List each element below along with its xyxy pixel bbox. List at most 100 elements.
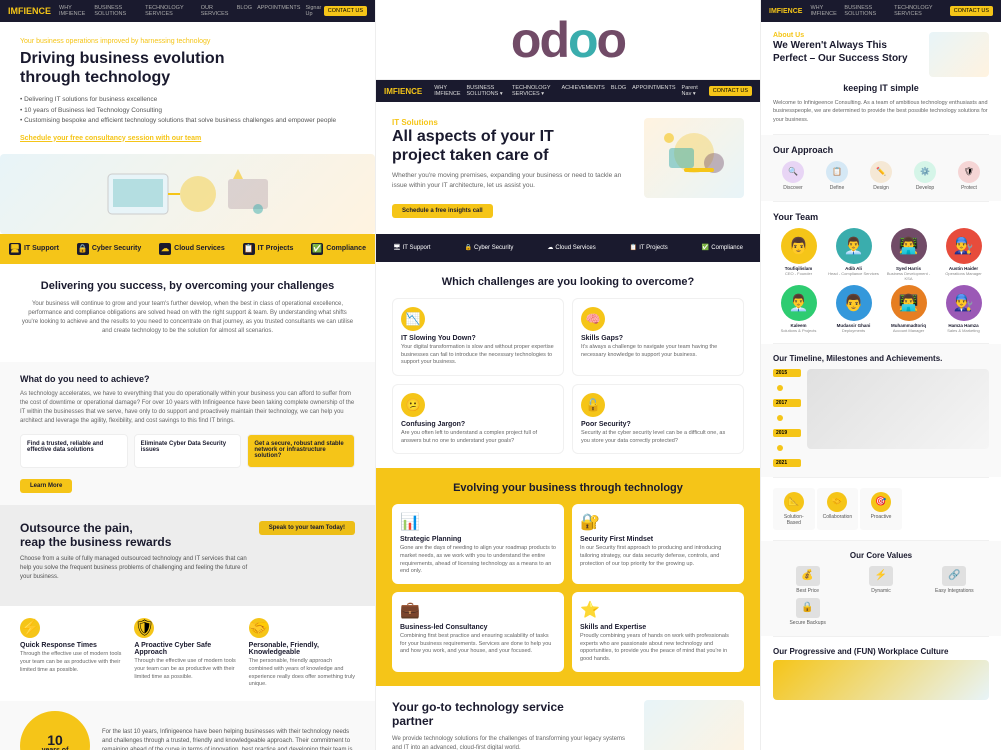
right-values-section: 📐 Solution-Based 🤝 Collaboration 🎯 Proac… [761, 478, 1001, 540]
speak-button[interactable]: Speak to your team Today! [259, 521, 355, 535]
evolving-text-1: In our Security first approach to produc… [580, 545, 736, 568]
right-nav-why[interactable]: WHY IMFIENCE [810, 5, 841, 17]
approach-develop: ⚙️ Develop [914, 161, 936, 191]
member-role-2: Business Development - KSA [883, 271, 934, 281]
it-hero-svg [649, 123, 739, 193]
mid-service-cloud[interactable]: ☁ Cloud Services [547, 244, 595, 251]
partner-inner: Your go-to technology service partner We… [392, 700, 744, 750]
evolving-icon-1: 🔐 [580, 512, 736, 532]
benefit-personable: 🤝 Personable, Friendly, Knowledgeable Th… [249, 618, 355, 689]
left-contact-button[interactable]: CONTACT US [324, 6, 367, 16]
left-nav-why[interactable]: WHY IMFIENCE [59, 5, 89, 17]
outsource-title: Outsource the pain, reap the business re… [20, 521, 249, 550]
right-nav-tech[interactable]: TECHNOLOGY SERVICES [894, 5, 946, 17]
mid-insights-button[interactable]: Schedule a free insights call [392, 204, 493, 218]
core-integrations: 🔗 Easy Integrations [920, 566, 989, 594]
left-service-nav: 🖥 IT Support 🔒 Cyber Security ☁ Cloud Se… [0, 234, 375, 264]
evolving-title-1: Security First Mindset [580, 536, 736, 543]
solution-label: Solution-Based [784, 514, 804, 526]
mid-service-compliance-label: Compliance [711, 245, 743, 251]
odoo-logo: odoo [511, 11, 625, 69]
avatar-5: 👨 [836, 285, 872, 321]
approach-discover: 🔍 Discover [782, 161, 804, 191]
timeline-year-2: 2019 [773, 429, 801, 437]
mid-nav-appt[interactable]: APPOINTMENTS [632, 85, 675, 97]
challenge-title-3: Poor Security? [581, 421, 735, 428]
left-nav-biz[interactable]: BUSINESS SOLUTIONS [94, 5, 140, 17]
learn-more-button[interactable]: Learn More [20, 479, 72, 493]
timeline-content: 2015 2017 2019 2021 [773, 369, 989, 467]
cyber-label: Cyber Security [92, 245, 141, 252]
challenge-card-3: 🔓 Poor Security? Security at the cyber s… [572, 384, 744, 454]
right-contact-button[interactable]: CONTACT US [950, 6, 993, 16]
evolving-text-2: Combining first best practice and ensuri… [400, 633, 556, 656]
what-need-cards: Find a trusted, reliable and effective d… [20, 434, 355, 468]
what-need-body: As technology accelerates, we have to ev… [20, 390, 355, 426]
cyber-icon: 🔒 [77, 243, 89, 255]
workplace-image [773, 660, 989, 700]
odoo-o2: o [597, 12, 626, 68]
mid-service-it-label: IT Support [403, 245, 431, 251]
service-nav-projects[interactable]: 📋 IT Projects [243, 243, 294, 255]
collab-label: Collaboration [823, 514, 852, 520]
core-best-price: 💰 Best Price [773, 566, 842, 594]
left-hero-cta[interactable]: Schedule your free consultancy session w… [20, 135, 355, 142]
core-values-grid: 💰 Best Price ⚡ Dynamic 🔗 Easy Integratio… [773, 566, 989, 626]
left-nav-signup[interactable]: Signar Up [305, 5, 323, 17]
mid-nav-ach[interactable]: ACHIEVEMENTS [561, 85, 604, 97]
mid-service-projects[interactable]: 📋 IT Projects [630, 244, 668, 251]
approach-steps: 🔍 Discover 📋 Define ✏️ Design ⚙️ Develop… [773, 161, 989, 191]
right-nav-biz[interactable]: BUSINESS SOLUTIONS [844, 5, 891, 17]
it-solutions-body: Whether you're moving premises, expandin… [392, 171, 634, 191]
odoo-o1: o [568, 12, 597, 68]
mid-service-cyber[interactable]: 🔒 Cyber Security [465, 244, 514, 251]
mid-contact-button[interactable]: CONTACT US [709, 86, 752, 96]
avatar-7: 👨‍🔧 [946, 285, 982, 321]
compliance-icon: ✅ [311, 243, 323, 255]
service-nav-cyber[interactable]: 🔒 Cyber Security [77, 243, 141, 255]
left-nav-services[interactable]: OUR SERVICES [201, 5, 232, 17]
team-member-4: 👨‍💼 Kaleem Solutions & Projects [773, 285, 824, 333]
cloud-icon: ☁ [159, 243, 171, 255]
approach-define: 📋 Define [826, 161, 848, 191]
left-nav-tech[interactable]: TECHNOLOGY SERVICES [145, 5, 196, 17]
mid-service-it[interactable]: 🖥 IT Support [393, 244, 431, 251]
evolving-card-0: 📊 Strategic Planning Gone are the days o… [392, 504, 564, 584]
years-text: years of [42, 747, 69, 750]
it-hero-image [644, 118, 744, 198]
left-nav-appt[interactable]: APPOINTMENTS [257, 5, 300, 17]
service-nav-cloud[interactable]: ☁ Cloud Services [159, 243, 225, 255]
mid-service-compliance[interactable]: ✅ Compliance [702, 244, 743, 251]
member-role-4: Solutions & Projects [773, 328, 824, 333]
value-collab: 🤝 Collaboration [817, 488, 859, 530]
evolving-icon-3: ⭐ [580, 600, 736, 620]
years-content: For the last 10 years, Infinigeence have… [102, 728, 355, 750]
team-grid: 👨 Toufiqilislam CEO - Founder 👨‍💼 Adib A… [773, 228, 989, 333]
right-workplace-section: Our Progressive and (FUN) Workplace Cult… [761, 637, 1001, 710]
avatar-6: 👨‍💻 [891, 285, 927, 321]
benefit-quick-title: Quick Response Times [20, 642, 126, 649]
what-need-title: What do you need to achieve? [20, 374, 355, 384]
service-nav-compliance[interactable]: ✅ Compliance [311, 243, 366, 255]
mid-nav-why[interactable]: WHY IMFIENCE [434, 85, 460, 97]
left-years-badge-section: 10 years of Experience For the last 10 y… [0, 701, 375, 750]
mid-nav-biz[interactable]: BUSINESS SOLUTIONS ▾ [467, 85, 506, 97]
values-row: 📐 Solution-Based 🤝 Collaboration 🎯 Proac… [773, 488, 989, 530]
member-role-5: Deployments [828, 328, 879, 333]
right-timeline-section: Our Timeline, Milestones and Achievement… [761, 344, 1001, 477]
evolving-text-0: Gone are the days of needing to align yo… [400, 545, 556, 576]
right-about-section: About Us We Weren't Always This Perfect … [761, 22, 1001, 134]
service-nav-it-support[interactable]: 🖥 IT Support [9, 243, 59, 255]
timeline-year-3: 2021 [773, 459, 801, 467]
mid-nav-blog[interactable]: BLOG [611, 85, 626, 97]
mid-nav-tech[interactable]: TECHNOLOGY SERVICES ▾ [512, 85, 555, 97]
challenge-title-2: Confusing Jargon? [401, 421, 555, 428]
left-nav-blog[interactable]: BLOG [237, 5, 252, 17]
timeline-dot-2 [777, 415, 783, 421]
evolving-card-3: ⭐ Skills and Expertise Proudly combining… [572, 592, 744, 672]
right-nav-items: WHY IMFIENCE BUSINESS SOLUTIONS TECHNOLO… [810, 5, 945, 17]
team-member-7: 👨‍🔧 Hamza Hamza Sales & Marketing [938, 285, 989, 333]
challenge-icon-1: 🧠 [581, 307, 605, 331]
years-badge: 10 years of Experience [20, 711, 90, 750]
mid-nav-parent[interactable]: Parent Nav ▾ [682, 85, 701, 97]
